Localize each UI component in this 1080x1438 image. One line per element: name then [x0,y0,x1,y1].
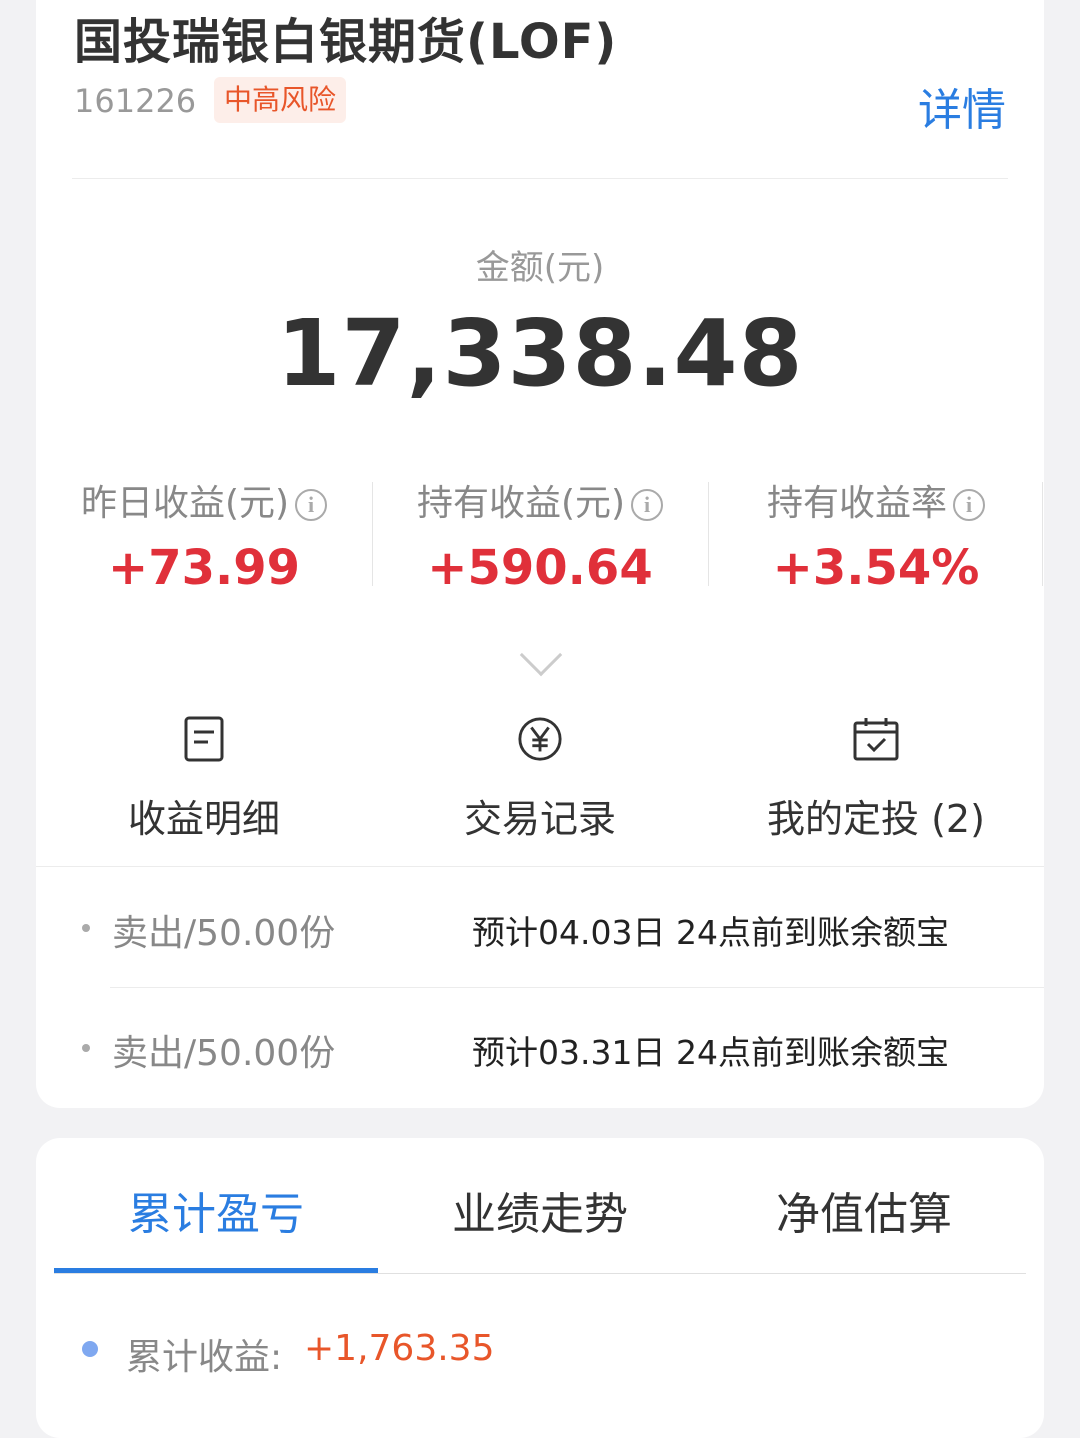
detail-link[interactable]: 详情 [918,74,1006,138]
divider [1042,482,1043,586]
action-trade-records[interactable]: 交易记录 [372,716,708,843]
info-icon[interactable]: i [295,489,328,521]
tab-nav-estimate[interactable]: 净值估算 [702,1178,1026,1242]
performance-card: 累计盈亏 业绩走势 净值估算 累计收益: +1,763.35 [36,1138,1044,1438]
holding-card: 国投瑞银白银期货(LOF) 161226 中高风险 详情 金额(元) 17,33… [36,0,1044,1108]
fund-title: 国投瑞银白银期货(LOF) [74,14,618,70]
stat-value: +590.64 [427,540,653,596]
info-icon[interactable]: i [631,489,664,521]
tab-bar-line [54,1273,1026,1274]
stat-value: +3.54% [772,540,980,596]
divider [36,866,1044,867]
stat-holding-rate: 持有收益率 i +3.54% [708,474,1044,596]
action-profit-detail[interactable]: 收益明细 [36,716,372,843]
bullet [82,1044,90,1052]
action-label: 我的定投 (2) [767,797,985,841]
stats-row: 昨日收益(元) i +73.99 持有收益(元) i +590.64 持有收益率 i … [36,474,1044,596]
stat-label: 昨日收益(元) [80,483,290,524]
action-my-auto-invest[interactable]: 我的定投 (2) [708,716,1044,843]
divider [72,178,1008,179]
amount-label: 金额(元) [475,248,605,288]
stat-label: 持有收益率 [766,483,947,524]
stat-value: +73.99 [107,540,301,596]
legend-dot [82,1341,98,1357]
calendar-check-icon [853,718,899,761]
pending-transaction-row[interactable]: 卖出/50.00份 预计04.03日 24点前到账余额宝 [36,868,1044,988]
pending-note: 预计03.31日 24点前到账余额宝 [472,1033,949,1072]
active-tab-indicator [54,1268,378,1273]
info-icon[interactable]: i [953,489,985,521]
cumulative-label: 累计收益: [126,1337,283,1378]
bullet [82,924,90,932]
pending-op: 卖出/50.00份 [112,913,336,954]
risk-badge: 中高风险 [214,77,347,123]
cumulative-value: +1,763.35 [304,1328,495,1369]
stat-holding-profit: 持有收益(元) i +590.64 [372,474,708,596]
pending-transaction-row[interactable]: 卖出/50.00份 预计03.31日 24点前到账余额宝 [36,988,1044,1108]
amount-value: 17,338.48 [276,300,804,407]
stat-yesterday-profit: 昨日收益(元) i +73.99 [36,474,372,596]
action-label: 交易记录 [463,797,616,841]
chevron-down-icon[interactable] [519,633,563,677]
document-icon [184,716,224,762]
action-label: 收益明细 [127,797,280,841]
tab-performance-trend[interactable]: 业绩走势 [378,1178,702,1242]
pending-op: 卖出/50.00份 [112,1033,336,1074]
yuan-circle-icon [518,717,562,761]
pending-note: 预计04.03日 24点前到账余额宝 [472,913,949,952]
tab-cumulative-pl[interactable]: 累计盈亏 [54,1178,378,1242]
stat-label: 持有收益(元) [416,483,626,524]
fund-code: 161226 [74,82,197,120]
